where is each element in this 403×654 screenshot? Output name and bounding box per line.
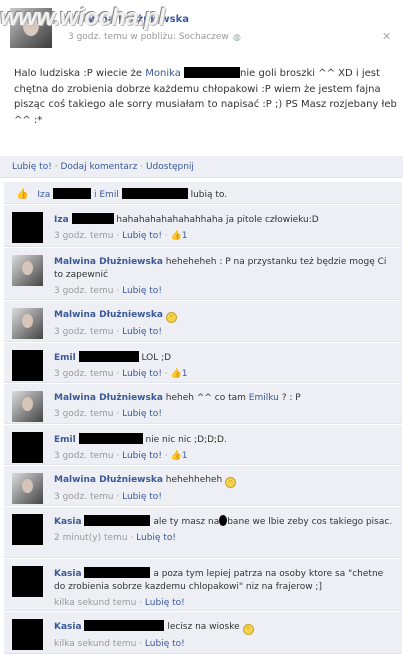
comment-author[interactable]: Malwina Dłużniewska <box>54 257 163 267</box>
avatar[interactable] <box>12 432 43 463</box>
likes-count[interactable]: 1 <box>182 369 188 379</box>
like-link[interactable]: Lubię to! <box>122 231 162 241</box>
avatar[interactable] <box>12 473 43 504</box>
like-name[interactable]: Iza <box>37 190 50 200</box>
comment-author[interactable]: Malwina Dłużniewska <box>54 475 163 485</box>
comment-text: LOL ;D <box>141 353 172 363</box>
comment-time: 2 minut(y) temu <box>54 533 128 543</box>
mention-link[interactable]: Emilku <box>249 393 279 403</box>
comment-author[interactable]: Malwina Dłużniewska <box>54 310 163 320</box>
comment: Malwina Dłużniewska hehehheheh ᵕ 3 godz.… <box>4 466 402 506</box>
comment-time: 3 godz. temu <box>54 409 114 419</box>
like-link[interactable]: Lubię to! <box>122 451 162 461</box>
smiley-icon: ᵕ <box>165 312 177 323</box>
watermark-logo: www.wiocha.pl <box>0 4 165 31</box>
comment-time: 3 godz. temu <box>54 369 114 379</box>
comment-author[interactable]: Kasia <box>54 622 82 632</box>
comment-text: ? : P <box>278 393 301 403</box>
comment: Malwina Dłużniewska heheh ^^ co tam Emil… <box>4 384 402 424</box>
like-link[interactable]: Lubię to! <box>145 639 185 649</box>
comment-link[interactable]: Dodaj komentarz <box>60 162 137 172</box>
comment-text: ale ty masz na <box>153 517 220 527</box>
comment-text: bane we lbie zeby cos takiego pisac. <box>227 517 393 527</box>
comment: Malwina Dłużniewska heheheheh : P na prz… <box>4 248 402 300</box>
likes-bar: 👍 Iza i Emil lubią to. <box>4 182 402 204</box>
likes-and: i <box>93 190 97 200</box>
comment-text: heheh ^^ co tam <box>165 393 249 403</box>
comment-author[interactable]: Iza <box>54 215 69 225</box>
avatar[interactable] <box>12 255 43 286</box>
like-link[interactable]: Lubię to! <box>145 598 185 608</box>
comment: Kasia ale ty masz na bane we lbie zeby co… <box>4 507 402 558</box>
likes-count[interactable]: 1 <box>182 231 188 241</box>
comment-text: nie nic nic ;D;D;D. <box>145 435 227 445</box>
redaction-bar <box>184 67 241 78</box>
comment-text: hahahahahahahahhaha ja pitole człowieku:… <box>116 215 319 225</box>
mention-link[interactable]: Monika <box>145 68 181 79</box>
comment-author[interactable]: Emil <box>54 353 76 363</box>
comment-time: 3 godz. temu <box>54 327 114 337</box>
avatar[interactable] <box>12 308 43 339</box>
comment-time: 3 godz. temu <box>54 231 114 241</box>
thumbs-up-icon: 👍 <box>170 369 182 379</box>
comment: Kasia a poza tym lepiej patrza na osoby … <box>4 559 402 611</box>
likes-count[interactable]: 1 <box>182 451 188 461</box>
like-link[interactable]: Lubię to! <box>122 369 162 379</box>
avatar[interactable] <box>12 514 43 545</box>
close-icon[interactable]: ✕ <box>382 30 391 43</box>
globe-icon: ◍ <box>233 33 241 43</box>
post-text: Halo ludziska :P wiecie że Monika nie go… <box>14 66 397 128</box>
comment-author[interactable]: Malwina Dłużniewska <box>54 393 163 403</box>
comment-author[interactable]: Kasia <box>54 569 82 579</box>
like-link[interactable]: Lubię to! <box>122 327 162 337</box>
thumbs-up-icon: 👍 <box>170 231 182 241</box>
like-link[interactable]: Lubię to! <box>122 286 162 296</box>
like-name[interactable]: Emil <box>99 190 118 200</box>
avatar[interactable] <box>12 566 43 597</box>
like-link[interactable]: Lubię to! <box>12 162 52 172</box>
comment-time: 3 godz. temu <box>54 451 114 461</box>
comment: Emil nie nic nic ;D;D;D. 3 godz. temu · … <box>4 425 402 465</box>
post-text-part: Halo ludziska :P wiecie że <box>14 68 146 79</box>
post-meta: 3 godz. temu w pobliżu: Sochaczew <box>68 32 229 42</box>
smiley-icon: ᵕ <box>225 477 237 488</box>
share-link[interactable]: Udostępnij <box>146 162 194 172</box>
like-link[interactable]: Lubię to! <box>122 409 162 419</box>
post-actions: Lubię to! · Dodaj komentarz · Udostępnij <box>0 156 403 178</box>
comment: Iza hahahahahahahahhaha ja pitole człowi… <box>4 205 402 247</box>
thumbs-up-icon: 👍 <box>170 451 182 461</box>
like-link[interactable]: Lubię to! <box>122 492 162 502</box>
likes-suffix: lubią to. <box>190 190 228 200</box>
comment: Emil LOL ;D 3 godz. temu · Lubię to! · 👍… <box>4 343 402 383</box>
comment-time: kilka sekund temu <box>54 598 137 608</box>
avatar[interactable] <box>12 350 43 381</box>
comment-author[interactable]: Emil <box>54 435 76 445</box>
thumbs-up-icon: 👍 <box>16 189 29 200</box>
avatar[interactable] <box>12 619 43 650</box>
like-link[interactable]: Lubię to! <box>136 533 176 543</box>
comment-time: kilka sekund temu <box>54 639 137 649</box>
avatar[interactable] <box>12 391 43 422</box>
avatar[interactable] <box>12 212 43 243</box>
comment-author[interactable]: Kasia <box>54 517 82 527</box>
comment-text: lecisz na wioske <box>167 622 240 632</box>
comment-time: 3 godz. temu <box>54 492 114 502</box>
comment-text: hehehheheh <box>165 475 223 485</box>
comment: Malwina Dłużniewska ᵕ 3 godz. temu · Lub… <box>4 301 402 342</box>
comment-time: 3 godz. temu <box>54 286 114 296</box>
comment: Kasia lecisz na wioske ᵕ kilka sekund te… <box>4 612 402 654</box>
smiley-icon: ᵕ <box>242 624 254 635</box>
